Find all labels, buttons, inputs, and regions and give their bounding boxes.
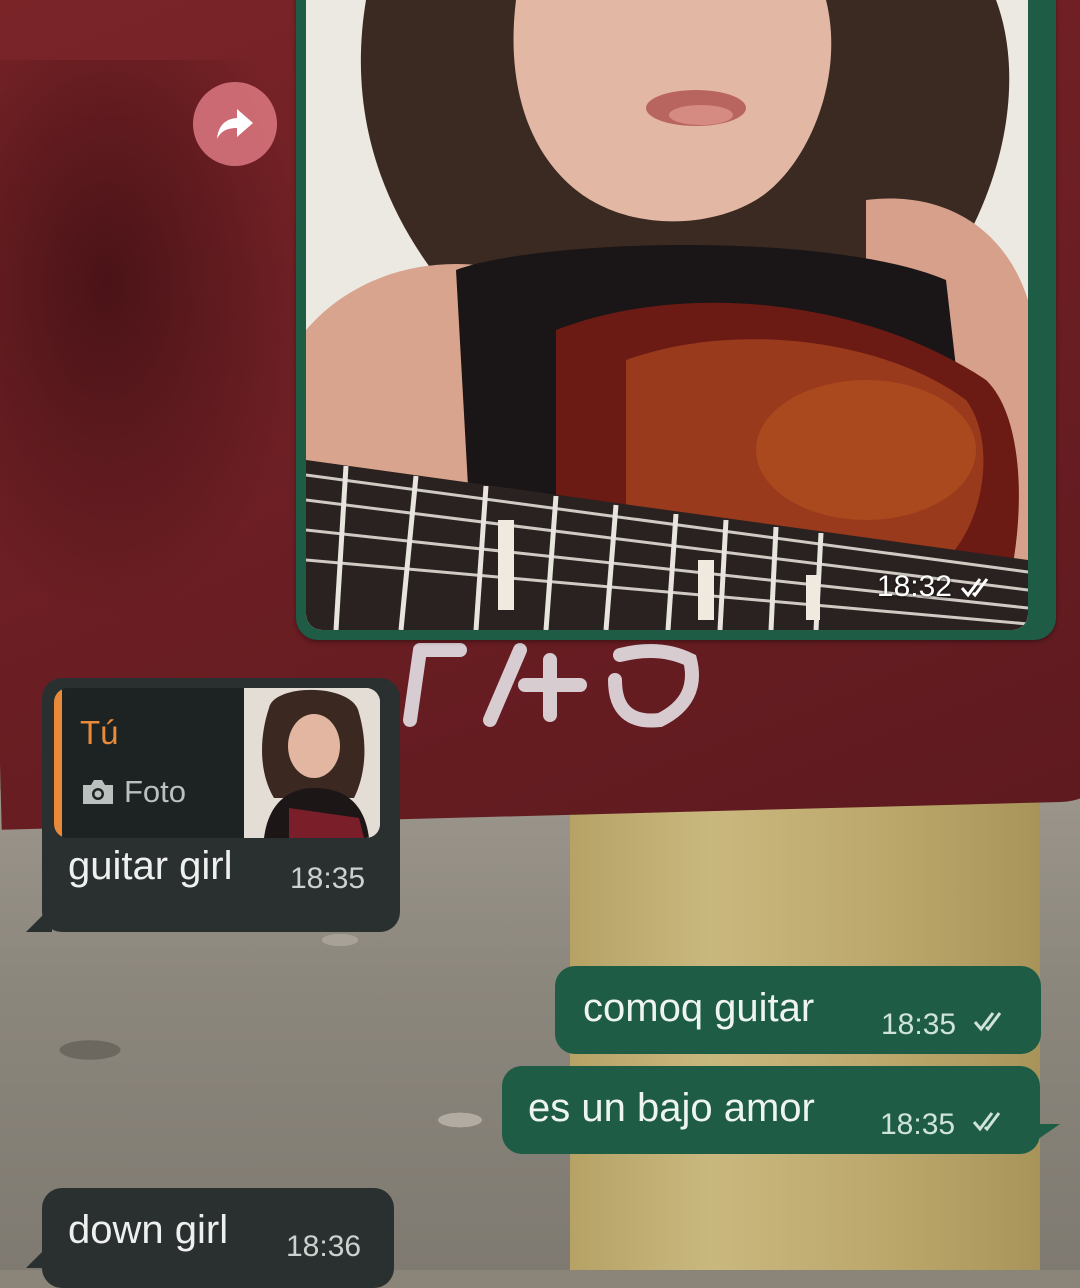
outgoing-message[interactable]: comoq guitar 18:35 [555,966,1041,1054]
double-check-icon [973,1012,1002,1032]
message-time: 18:35 [290,862,366,895]
quote-author: Tú [80,714,119,751]
quote-thumbnail [244,688,380,838]
message-text: es un bajo amor [528,1086,815,1130]
message-time: 18:35 [880,1108,956,1141]
image-message[interactable]: 18:32 [296,0,1056,640]
forward-icon [217,109,253,139]
message-text: guitar girl [68,844,233,888]
wallpaper-graffiti [400,640,730,730]
message-time: 18:36 [286,1230,362,1263]
photo-guitar[interactable]: 18:32 [306,0,1028,630]
message-time: 18:35 [881,1008,957,1041]
message-text: down girl [68,1208,229,1252]
image-meta: 18:32 [877,570,994,604]
quote-type-label: Foto [124,774,187,809]
quote-type: Foto [80,774,186,810]
reply-quote[interactable]: Tú Foto [54,688,380,838]
message-text: comoq guitar [583,986,815,1030]
double-check-icon [972,1112,1001,1132]
incoming-reply-message[interactable]: Tú Foto guitar girl 18:35 [26,678,400,932]
incoming-message[interactable]: down girl 18:36 [26,1188,394,1288]
camera-icon [83,780,113,804]
outgoing-message[interactable]: es un bajo amor 18:35 [502,1066,1060,1154]
image-time: 18:32 [876,570,952,603]
forward-button[interactable] [193,82,277,166]
double-check-icon [960,578,989,598]
